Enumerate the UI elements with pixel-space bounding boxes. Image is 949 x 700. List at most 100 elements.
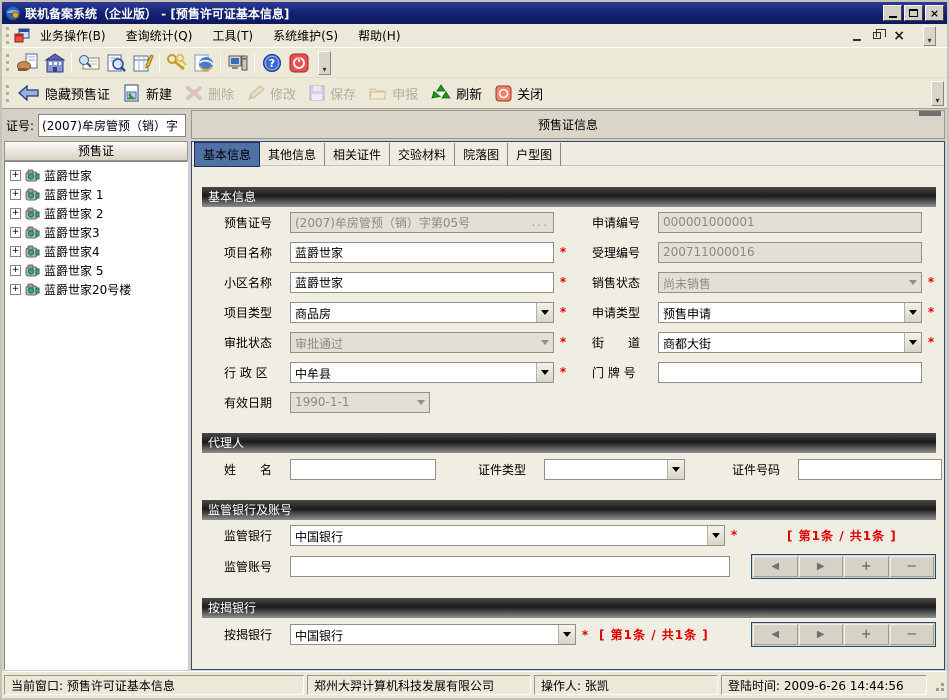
menu-help[interactable]: 帮助(H) — [348, 24, 410, 47]
tab-other-info[interactable]: 其他信息 — [260, 143, 325, 166]
tree-item-label: 蓝爵世家 2 — [44, 205, 103, 222]
expand-icon[interactable]: + — [10, 246, 21, 257]
cert-no-input[interactable] — [38, 114, 186, 137]
expand-icon[interactable]: + — [10, 227, 21, 238]
tree-item[interactable]: + 蓝爵世家3 — [7, 223, 185, 242]
tab-inspection-materials[interactable]: 交验材料 — [390, 143, 455, 166]
add-record-button[interactable]: + — [844, 624, 889, 645]
save-button[interactable]: 保存 — [305, 82, 365, 105]
required-mark: * — [922, 305, 940, 319]
agent-cert-no-input[interactable] — [803, 460, 937, 479]
toolbar-separator — [71, 53, 72, 73]
window-title: 联机备案系统（企业版） - [预售许可证基本信息] — [25, 5, 289, 22]
dropdown-button[interactable] — [667, 460, 684, 479]
menu-query-stats[interactable]: 查询统计(Q) — [116, 24, 203, 47]
prev-record-button[interactable]: ◀ — [753, 556, 798, 577]
dropdown-button[interactable] — [904, 333, 921, 352]
mdi-restore-button[interactable] — [873, 32, 881, 39]
dropdown-button[interactable] — [536, 303, 553, 322]
expand-icon[interactable]: + — [10, 265, 21, 276]
permissions-button[interactable] — [163, 50, 190, 75]
chevron-down-icon — [909, 340, 917, 345]
close-window-button[interactable]: 关闭 — [491, 82, 552, 105]
svg-text:?: ? — [268, 57, 274, 70]
project-type-combo[interactable]: 商品房 — [290, 302, 554, 323]
next-record-button[interactable]: ▶ — [799, 556, 844, 577]
maximize-button[interactable] — [904, 5, 923, 21]
mdi-window-icon — [14, 28, 30, 43]
remove-record-button[interactable]: − — [890, 624, 935, 645]
menubar-overflow-button[interactable] — [923, 26, 936, 46]
new-button[interactable]: 新建 — [119, 82, 181, 105]
project-building-button[interactable] — [41, 50, 68, 75]
report-button[interactable] — [129, 50, 156, 75]
expand-icon[interactable]: + — [10, 284, 21, 295]
resize-grip[interactable] — [932, 679, 944, 691]
hide-presale-cert-button[interactable]: 隐藏预售证 — [14, 82, 119, 105]
dropdown-button — [904, 273, 921, 292]
street-combo[interactable]: 商都大街 — [658, 332, 922, 353]
close-red-icon — [495, 85, 512, 102]
community-name-input[interactable] — [295, 273, 549, 292]
help-button[interactable]: ? — [258, 50, 285, 75]
tree-item[interactable]: + 蓝爵世家 — [7, 166, 185, 185]
tab-unit-plan[interactable]: 户型图 — [508, 143, 561, 166]
business-operation-button[interactable] — [14, 50, 41, 75]
mortgage-bank-combo[interactable]: 中国银行 — [290, 624, 576, 645]
agent-cert-type-combo[interactable] — [544, 459, 685, 480]
tab-basic-info[interactable]: 基本信息 — [194, 142, 260, 167]
tree-item[interactable]: + 蓝爵世家 1 — [7, 185, 185, 204]
dropdown-button[interactable] — [707, 526, 724, 545]
dropdown-button[interactable] — [558, 625, 575, 644]
menu-tools[interactable]: 工具(T) — [202, 24, 263, 47]
menu-system-maintenance[interactable]: 系统维护(S) — [263, 24, 348, 47]
app-window: 联机备案系统（企业版） - [预售许可证基本信息] × 业务操作(B) 查询统计… — [0, 0, 949, 700]
tree-item[interactable]: + 蓝爵世家 2 — [7, 204, 185, 223]
tab-courtyard-plan[interactable]: 院落图 — [455, 143, 508, 166]
minimize-button[interactable] — [883, 5, 902, 21]
delete-button[interactable]: 删除 — [181, 82, 243, 105]
agent-cert-type-label: 证件类型 — [478, 461, 544, 478]
tree-item[interactable]: + 蓝爵世家4 — [7, 242, 185, 261]
menu-business[interactable]: 业务操作(B) — [30, 24, 116, 47]
remove-record-button[interactable]: − — [890, 556, 935, 577]
project-name-label: 项目名称 — [224, 244, 290, 261]
title-bar: 联机备案系统（企业版） - [预售许可证基本信息] × — [2, 2, 947, 24]
action-toolbar-overflow-button[interactable] — [931, 81, 944, 106]
mdi-minimize-button[interactable] — [853, 39, 861, 41]
tab-related-certs[interactable]: 相关证件 — [325, 143, 390, 166]
status-current-window: 当前窗口: 预售许可证基本信息 — [4, 675, 304, 695]
toolbar-overflow-button[interactable] — [318, 51, 331, 75]
preview-button[interactable] — [102, 50, 129, 75]
dropdown-button[interactable] — [904, 303, 921, 322]
door-no-input[interactable] — [663, 363, 917, 382]
web-button[interactable] — [190, 50, 217, 75]
expand-icon[interactable]: + — [10, 189, 21, 200]
supervise-account-input[interactable] — [295, 557, 725, 576]
query-button[interactable] — [75, 50, 102, 75]
workstation-button[interactable] — [224, 50, 251, 75]
chevron-down-icon — [909, 280, 917, 285]
exit-button[interactable] — [285, 50, 312, 75]
close-button[interactable]: × — [925, 5, 944, 21]
tree-item[interactable]: + 蓝爵世家20号楼 — [7, 280, 185, 299]
supervise-bank-combo[interactable]: 中国银行 — [290, 525, 725, 546]
expand-icon[interactable]: + — [10, 208, 21, 219]
dropdown-button[interactable] — [536, 363, 553, 382]
sale-status-combo: 尚未销售 — [658, 272, 922, 293]
add-record-button[interactable]: + — [844, 556, 889, 577]
project-name-input[interactable] — [295, 243, 549, 262]
modify-button[interactable]: 修改 — [243, 82, 305, 105]
expand-icon[interactable]: + — [10, 170, 21, 181]
agent-name-input[interactable] — [295, 460, 431, 479]
next-record-button[interactable]: ▶ — [799, 624, 844, 645]
apply-type-combo[interactable]: 预售申请 — [658, 302, 922, 323]
more-ellipsis-button[interactable]: ... — [532, 215, 549, 229]
mortgage-record-counter: [ 第1条 / 共1条 ] — [599, 626, 709, 643]
declare-button[interactable]: 申报 — [365, 82, 427, 105]
prev-record-button[interactable]: ◀ — [753, 624, 798, 645]
mdi-close-button[interactable]: × — [893, 30, 905, 42]
district-combo[interactable]: 中牟县 — [290, 362, 554, 383]
refresh-button[interactable]: 刷新 — [427, 82, 491, 105]
tree-item[interactable]: + 蓝爵世家 5 — [7, 261, 185, 280]
